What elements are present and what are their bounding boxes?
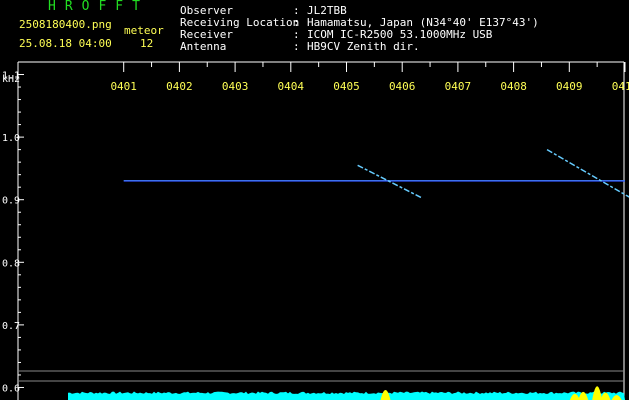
meteor-echo-trace [546,148,629,198]
y-tick-label: 0.7 [2,321,20,332]
y-tick-label: 1.1 [2,71,20,82]
y-tick-label: 1.0 [2,133,20,144]
noise-floor-band [68,391,625,400]
y-tick-label: 0.9 [2,196,20,207]
x-tick-label: 0402 [166,80,193,93]
x-tick-label: 0408 [500,80,527,93]
y-tick-label: 0.6 [2,383,20,394]
spectrogram-chart: kHz1.11.00.90.80.70.60401 0402 0403 0404 040… [2,61,629,400]
hrofft-window: HROFFT 2508180400.png 25.08.18 04:00 met… [0,0,629,400]
noise-peak [380,389,391,400]
x-tick-label: 0401 [110,80,137,93]
noise-peak [592,386,603,400]
x-tick-label: 0407 [445,80,472,93]
x-tick-label: 0406 [389,80,416,93]
y-tick-label: 0.8 [2,258,20,269]
x-tick-label: 0410 [612,80,629,93]
x-tick-label: 0403 [222,80,249,93]
x-tick-label: 0405 [333,80,360,93]
x-tick-label: 0404 [278,80,305,93]
x-tick-label: 0409 [556,80,583,93]
